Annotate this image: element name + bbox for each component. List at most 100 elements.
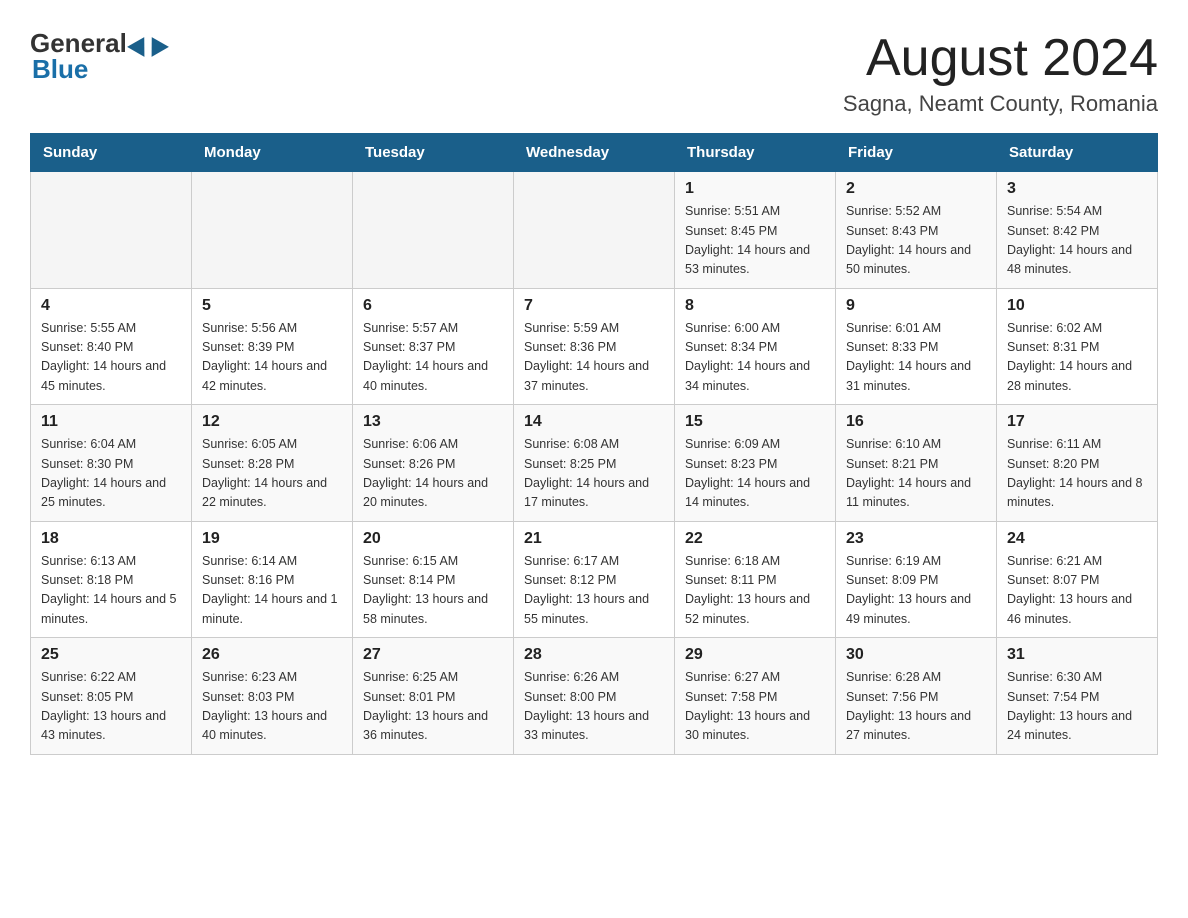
calendar-cell: 1 Sunrise: 5:51 AM Sunset: 8:45 PM Daylig… — [675, 172, 836, 289]
day-info: Sunrise: 6:25 AM Sunset: 8:01 PM Dayligh… — [363, 668, 503, 746]
calendar-cell: 24 Sunrise: 6:21 AM Sunset: 8:07 PM Dayli… — [997, 521, 1158, 638]
calendar-cell: 30 Sunrise: 6:28 AM Sunset: 7:56 PM Dayli… — [836, 638, 997, 755]
calendar-cell: 11 Sunrise: 6:04 AM Sunset: 8:30 PM Dayli… — [31, 405, 192, 522]
logo-arrows — [130, 36, 166, 53]
calendar-week-row: 11 Sunrise: 6:04 AM Sunset: 8:30 PM Dayli… — [31, 405, 1158, 522]
day-info: Sunrise: 6:26 AM Sunset: 8:00 PM Dayligh… — [524, 668, 664, 746]
calendar-cell — [192, 172, 353, 289]
calendar-cell: 13 Sunrise: 6:06 AM Sunset: 8:26 PM Dayli… — [353, 405, 514, 522]
day-of-week-header: Sunday — [31, 134, 192, 172]
day-info: Sunrise: 6:22 AM Sunset: 8:05 PM Dayligh… — [41, 668, 181, 746]
day-number: 22 — [685, 530, 825, 548]
day-info: Sunrise: 6:14 AM Sunset: 8:16 PM Dayligh… — [202, 552, 342, 630]
day-number: 25 — [41, 646, 181, 664]
calendar-cell: 28 Sunrise: 6:26 AM Sunset: 8:00 PM Dayli… — [514, 638, 675, 755]
calendar-cell — [514, 172, 675, 289]
day-number: 13 — [363, 413, 503, 431]
day-number: 2 — [846, 180, 986, 198]
page-header: General Blue August 2024 Sagna, Neamt Co… — [30, 30, 1158, 117]
calendar-week-row: 1 Sunrise: 5:51 AM Sunset: 8:45 PM Daylig… — [31, 172, 1158, 289]
calendar-cell: 17Sunrise: 6:11 AM Sunset: 8:20 PM Dayli… — [997, 405, 1158, 522]
day-info: Sunrise: 5:51 AM Sunset: 8:45 PM Dayligh… — [685, 202, 825, 280]
day-info: Sunrise: 6:11 AM Sunset: 8:20 PM Dayligh… — [1007, 435, 1147, 513]
day-number: 21 — [524, 530, 664, 548]
day-number: 9 — [846, 297, 986, 315]
calendar-table: SundayMondayTuesdayWednesdayThursdayFrid… — [30, 133, 1158, 755]
page-subtitle: Sagna, Neamt County, Romania — [843, 91, 1158, 117]
calendar-cell: 23Sunrise: 6:19 AM Sunset: 8:09 PM Dayli… — [836, 521, 997, 638]
calendar-week-row: 18Sunrise: 6:13 AM Sunset: 8:18 PM Dayli… — [31, 521, 1158, 638]
calendar-week-row: 25 Sunrise: 6:22 AM Sunset: 8:05 PM Dayli… — [31, 638, 1158, 755]
day-number: 18 — [41, 530, 181, 548]
day-info: Sunrise: 6:05 AM Sunset: 8:28 PM Dayligh… — [202, 435, 342, 513]
day-number: 3 — [1007, 180, 1147, 198]
day-number: 28 — [524, 646, 664, 664]
day-number: 4 — [41, 297, 181, 315]
calendar-cell: 22 Sunrise: 6:18 AM Sunset: 8:11 PM Dayli… — [675, 521, 836, 638]
day-of-week-header: Friday — [836, 134, 997, 172]
calendar-cell: 6 Sunrise: 5:57 AM Sunset: 8:37 PM Daylig… — [353, 288, 514, 405]
day-number: 6 — [363, 297, 503, 315]
calendar-cell: 27 Sunrise: 6:25 AM Sunset: 8:01 PM Dayli… — [353, 638, 514, 755]
calendar-cell: 16Sunrise: 6:10 AM Sunset: 8:21 PM Dayli… — [836, 405, 997, 522]
day-number: 11 — [41, 413, 181, 431]
day-of-week-header: Saturday — [997, 134, 1158, 172]
day-info: Sunrise: 6:00 AM Sunset: 8:34 PM Dayligh… — [685, 319, 825, 397]
day-info: Sunrise: 6:19 AM Sunset: 8:09 PM Dayligh… — [846, 552, 986, 630]
day-info: Sunrise: 6:01 AM Sunset: 8:33 PM Dayligh… — [846, 319, 986, 397]
day-number: 12 — [202, 413, 342, 431]
calendar-body: 1 Sunrise: 5:51 AM Sunset: 8:45 PM Daylig… — [31, 172, 1158, 755]
day-number: 15 — [685, 413, 825, 431]
day-number: 7 — [524, 297, 664, 315]
calendar-cell: 18Sunrise: 6:13 AM Sunset: 8:18 PM Dayli… — [31, 521, 192, 638]
day-number: 1 — [685, 180, 825, 198]
logo-blue-text: Blue — [32, 56, 88, 82]
logo-general-text: General — [30, 30, 127, 56]
day-of-week-header: Thursday — [675, 134, 836, 172]
day-info: Sunrise: 6:15 AM Sunset: 8:14 PM Dayligh… — [363, 552, 503, 630]
calendar-cell: 7 Sunrise: 5:59 AM Sunset: 8:36 PM Daylig… — [514, 288, 675, 405]
day-info: Sunrise: 6:21 AM Sunset: 8:07 PM Dayligh… — [1007, 552, 1147, 630]
day-number: 29 — [685, 646, 825, 664]
day-number: 30 — [846, 646, 986, 664]
calendar-cell: 9 Sunrise: 6:01 AM Sunset: 8:33 PM Daylig… — [836, 288, 997, 405]
day-info: Sunrise: 6:27 AM Sunset: 7:58 PM Dayligh… — [685, 668, 825, 746]
day-info: Sunrise: 5:55 AM Sunset: 8:40 PM Dayligh… — [41, 319, 181, 397]
day-number: 19 — [202, 530, 342, 548]
calendar-header: SundayMondayTuesdayWednesdayThursdayFrid… — [31, 134, 1158, 172]
day-info: Sunrise: 5:54 AM Sunset: 8:42 PM Dayligh… — [1007, 202, 1147, 280]
day-info: Sunrise: 5:59 AM Sunset: 8:36 PM Dayligh… — [524, 319, 664, 397]
calendar-cell: 10Sunrise: 6:02 AM Sunset: 8:31 PM Dayli… — [997, 288, 1158, 405]
calendar-cell: 2 Sunrise: 5:52 AM Sunset: 8:43 PM Daylig… — [836, 172, 997, 289]
day-info: Sunrise: 5:52 AM Sunset: 8:43 PM Dayligh… — [846, 202, 986, 280]
calendar-cell: 5Sunrise: 5:56 AM Sunset: 8:39 PM Daylig… — [192, 288, 353, 405]
day-of-week-header: Monday — [192, 134, 353, 172]
calendar-week-row: 4 Sunrise: 5:55 AM Sunset: 8:40 PM Daylig… — [31, 288, 1158, 405]
day-number: 20 — [363, 530, 503, 548]
day-info: Sunrise: 6:23 AM Sunset: 8:03 PM Dayligh… — [202, 668, 342, 746]
day-number: 5 — [202, 297, 342, 315]
calendar-cell: 29 Sunrise: 6:27 AM Sunset: 7:58 PM Dayli… — [675, 638, 836, 755]
calendar-cell — [353, 172, 514, 289]
calendar-cell — [31, 172, 192, 289]
calendar-cell: 19 Sunrise: 6:14 AM Sunset: 8:16 PM Dayli… — [192, 521, 353, 638]
calendar-cell: 20 Sunrise: 6:15 AM Sunset: 8:14 PM Dayli… — [353, 521, 514, 638]
day-info: Sunrise: 5:57 AM Sunset: 8:37 PM Dayligh… — [363, 319, 503, 397]
calendar-cell: 26 Sunrise: 6:23 AM Sunset: 8:03 PM Dayli… — [192, 638, 353, 755]
day-number: 14 — [524, 413, 664, 431]
day-number: 24 — [1007, 530, 1147, 548]
calendar-cell: 15Sunrise: 6:09 AM Sunset: 8:23 PM Dayli… — [675, 405, 836, 522]
day-number: 8 — [685, 297, 825, 315]
day-info: Sunrise: 6:28 AM Sunset: 7:56 PM Dayligh… — [846, 668, 986, 746]
day-info: Sunrise: 6:04 AM Sunset: 8:30 PM Dayligh… — [41, 435, 181, 513]
day-number: 26 — [202, 646, 342, 664]
day-info: Sunrise: 6:30 AM Sunset: 7:54 PM Dayligh… — [1007, 668, 1147, 746]
calendar-cell: 4 Sunrise: 5:55 AM Sunset: 8:40 PM Daylig… — [31, 288, 192, 405]
calendar-cell: 3 Sunrise: 5:54 AM Sunset: 8:42 PM Daylig… — [997, 172, 1158, 289]
calendar-cell: 21Sunrise: 6:17 AM Sunset: 8:12 PM Dayli… — [514, 521, 675, 638]
day-number: 27 — [363, 646, 503, 664]
calendar-cell: 12 Sunrise: 6:05 AM Sunset: 8:28 PM Dayli… — [192, 405, 353, 522]
day-info: Sunrise: 6:18 AM Sunset: 8:11 PM Dayligh… — [685, 552, 825, 630]
day-info: Sunrise: 6:06 AM Sunset: 8:26 PM Dayligh… — [363, 435, 503, 513]
calendar-cell: 8 Sunrise: 6:00 AM Sunset: 8:34 PM Daylig… — [675, 288, 836, 405]
